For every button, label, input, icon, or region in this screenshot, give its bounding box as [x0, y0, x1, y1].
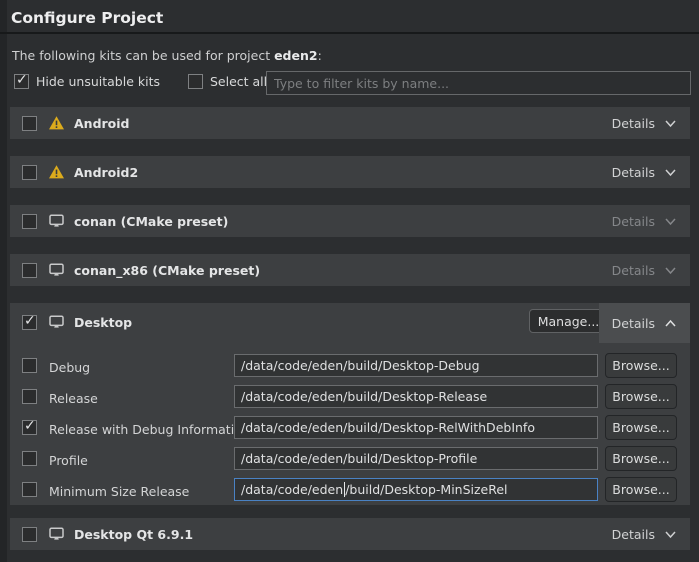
kit-checkbox-conan-x86[interactable]	[22, 263, 37, 278]
page-title: Configure Project	[11, 9, 163, 27]
build-config-label: Profile	[49, 453, 88, 468]
select-all-kits-checkbox[interactable]	[188, 74, 203, 89]
chevron-up-icon	[664, 317, 677, 330]
details-toggle-desktop[interactable]: Details	[599, 303, 690, 343]
kit-name: Desktop Qt 6.9.1	[74, 527, 193, 542]
kit-checkbox-android2[interactable]	[22, 165, 37, 180]
browse-button-relwithdebinfo[interactable]: Browse...	[605, 415, 677, 440]
kit-row-conan: conan (CMake preset) Details	[10, 205, 690, 237]
kit-row-desktop: Desktop Manage... Details	[10, 303, 690, 341]
build-config-label: Release with Debug Information	[49, 422, 250, 437]
build-dir-input-relwithdebinfo[interactable]	[234, 416, 598, 439]
kit-row-android: Android Details	[10, 107, 690, 139]
kit-name: Desktop	[74, 315, 132, 330]
chevron-down-icon	[664, 264, 677, 277]
build-dir-input-minsizerel-focused[interactable]: /data/code/eden/build/Desktop-MinSizeRel	[234, 478, 598, 501]
desktop-icon	[48, 262, 65, 278]
build-config-row-minsizerel: Minimum Size Release /data/code/eden/bui…	[10, 474, 690, 505]
build-config-label: Minimum Size Release	[49, 484, 189, 499]
browse-button-debug[interactable]: Browse...	[605, 353, 677, 378]
build-config-checkbox-profile[interactable]	[22, 451, 37, 466]
build-dir-input-profile[interactable]	[234, 447, 598, 470]
build-config-row-relwithdebinfo: Release with Debug Information Browse...	[10, 412, 690, 443]
kit-checkbox-android[interactable]	[22, 116, 37, 131]
browse-button-release[interactable]: Browse...	[605, 384, 677, 409]
build-config-row-debug: Debug Browse...	[10, 350, 690, 381]
kit-filter-row: Hide unsuitable kits Select all kits	[14, 74, 293, 89]
kit-name: conan (CMake preset)	[74, 214, 228, 229]
build-config-checkbox-relwithdebinfo[interactable]	[22, 420, 37, 435]
intro-text: The following kits can be used for proje…	[12, 48, 322, 63]
kit-checkbox-conan[interactable]	[22, 214, 37, 229]
desktop-icon	[48, 314, 65, 330]
details-toggle-conan-x86[interactable]: Details	[599, 254, 690, 286]
build-config-label: Debug	[49, 360, 90, 375]
kit-name: conan_x86 (CMake preset)	[74, 263, 260, 278]
kit-checkbox-desktop[interactable]	[22, 315, 37, 330]
build-config-row-profile: Profile Browse...	[10, 443, 690, 474]
details-toggle-desktop-qt[interactable]: Details	[599, 518, 690, 550]
title-divider	[0, 32, 699, 34]
desktop-icon	[48, 213, 65, 229]
project-name: eden2	[274, 48, 318, 63]
kit-checkbox-desktop-qt[interactable]	[22, 527, 37, 542]
chevron-down-icon	[664, 215, 677, 228]
chevron-down-icon	[664, 528, 677, 541]
details-toggle-conan[interactable]: Details	[599, 205, 690, 237]
kit-row-android2: Android2 Details	[10, 156, 690, 188]
details-toggle-android[interactable]: Details	[599, 107, 690, 139]
build-dir-input-debug[interactable]	[234, 354, 598, 377]
configure-project-page: Configure Project The following kits can…	[0, 0, 699, 562]
desktop-icon	[48, 526, 65, 542]
kit-name: Android2	[74, 165, 138, 180]
build-config-checkbox-debug[interactable]	[22, 358, 37, 373]
kit-panel-desktop: Desktop Manage... Details Debug Browse..…	[10, 303, 690, 505]
manage-kits-button[interactable]: Manage...	[529, 309, 608, 333]
build-config-checkbox-minsizerel[interactable]	[22, 482, 37, 497]
hide-unsuitable-kits-checkbox[interactable]	[14, 74, 29, 89]
left-edge-strip	[0, 0, 7, 562]
kit-filter-input[interactable]	[266, 71, 691, 95]
kit-row-desktop-qt: Desktop Qt 6.9.1 Details	[10, 518, 690, 550]
chevron-down-icon	[664, 117, 677, 130]
build-dir-input-release[interactable]	[234, 385, 598, 408]
details-toggle-android2[interactable]: Details	[599, 156, 690, 188]
warning-icon	[48, 164, 65, 180]
browse-button-minsizerel[interactable]: Browse...	[605, 477, 677, 502]
build-config-row-release: Release Browse...	[10, 381, 690, 412]
kit-row-conan-x86: conan_x86 (CMake preset) Details	[10, 254, 690, 286]
build-config-label: Release	[49, 391, 98, 406]
build-config-checkbox-release[interactable]	[22, 389, 37, 404]
hide-unsuitable-kits-checkbox-group[interactable]: Hide unsuitable kits	[14, 74, 160, 89]
hide-unsuitable-kits-label: Hide unsuitable kits	[36, 74, 160, 89]
kit-name: Android	[74, 116, 130, 131]
chevron-down-icon	[664, 166, 677, 179]
warning-icon	[48, 115, 65, 131]
browse-button-profile[interactable]: Browse...	[605, 446, 677, 471]
